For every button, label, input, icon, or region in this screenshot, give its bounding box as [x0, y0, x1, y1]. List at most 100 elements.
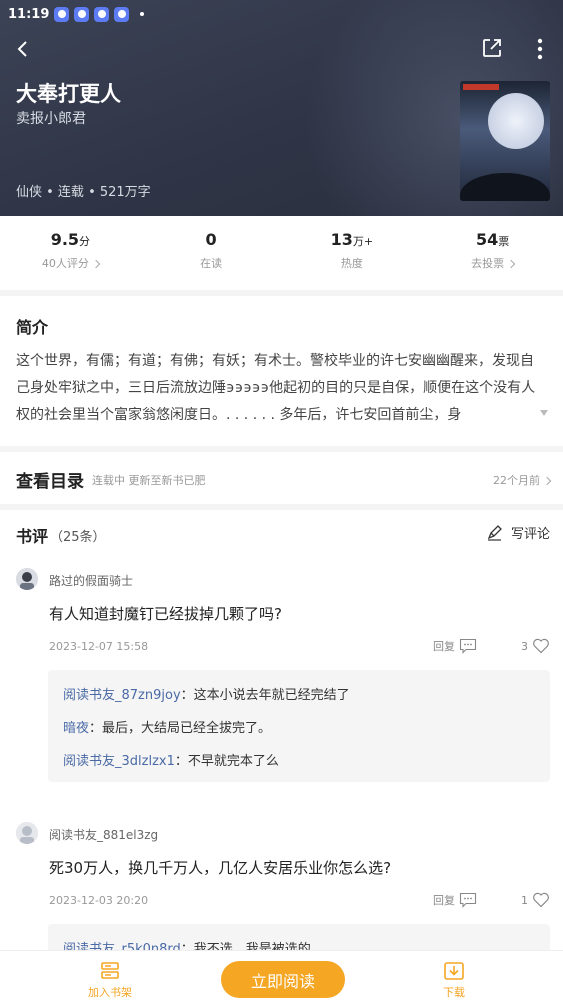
- write-review-button[interactable]: 写评论: [486, 523, 550, 542]
- more-icon: [537, 38, 543, 60]
- edit-icon: [487, 525, 502, 541]
- intro-title: 简介: [16, 318, 49, 337]
- reply-label: 回复: [433, 640, 455, 653]
- like-count: 3: [521, 639, 528, 653]
- stat-label: 40人评分: [41, 257, 89, 270]
- reviews-title: 书评: [16, 527, 49, 546]
- notification-app-icon: [74, 6, 90, 22]
- chevron-right-icon: [91, 259, 101, 269]
- stat-label: 去投票: [471, 257, 505, 270]
- stat-rating[interactable]: 9.5分 40人评分: [0, 216, 141, 290]
- stat-reading: 0 在读: [141, 216, 282, 290]
- review-date: 2023-12-03 20:20: [49, 894, 149, 907]
- reply-username[interactable]: 阅读书友_3dlzlzx1: [63, 754, 175, 769]
- add-to-shelf-button[interactable]: 加入书架: [88, 961, 132, 1000]
- stat-unit: 万+: [352, 235, 374, 248]
- stat-label: 热度: [340, 257, 363, 270]
- download-label: 下载: [443, 986, 465, 999]
- stat-unit: 分: [79, 235, 91, 248]
- reply-item[interactable]: 阅读书友_3dlzlzx1：不早就完本了么: [63, 750, 279, 769]
- write-review-label: 写评论: [511, 527, 551, 542]
- book-author[interactable]: 卖报小郎君: [16, 108, 86, 128]
- heart-icon: [533, 892, 549, 908]
- cover-hill: [460, 173, 550, 201]
- chevron-right-icon: [506, 259, 516, 269]
- download-icon: [444, 962, 464, 980]
- book-title: 大奉打更人: [16, 82, 121, 106]
- stat-value: 13: [330, 230, 353, 249]
- cover-moon: [488, 93, 544, 149]
- review-item: 路过的假面骑士 有人知道封魔钉已经拔掉几颗了吗? 2023-12-07 15:5…: [0, 566, 563, 786]
- catalog-title: 查看目录: [16, 472, 84, 492]
- more-button[interactable]: [527, 36, 553, 62]
- review-text[interactable]: 有人知道封魔钉已经拔掉几颗了吗?: [49, 603, 282, 624]
- avatar[interactable]: [16, 822, 38, 844]
- share-button[interactable]: [480, 36, 506, 62]
- reply-username[interactable]: 阅读书友_87zn9joy: [63, 688, 181, 703]
- reviews-section: 书评 （25条） 写评论 路过的假面骑士 有人知道封魔钉已经拔掉几颗了吗? 20…: [0, 510, 563, 950]
- avatar-image: [16, 822, 38, 844]
- comment-icon: [459, 892, 477, 908]
- back-icon: [17, 41, 27, 57]
- stat-popularity: 13万+ 热度: [282, 216, 423, 290]
- reviews-count: （25条）: [50, 530, 106, 545]
- notification-app-icon: [94, 6, 110, 22]
- reply-item[interactable]: 阅读书友_r5k0n8rd：我不选，我是被选的: [63, 938, 311, 950]
- like-count: 1: [521, 893, 528, 907]
- avatar-image: [16, 568, 38, 590]
- bottom-action-bar: 加入书架 立即阅读 下载: [0, 950, 563, 1006]
- cover-publisher-tag: [463, 84, 499, 90]
- stat-value: 9.5: [50, 230, 80, 249]
- notification-app-icon: [114, 6, 130, 22]
- notification-app-icon: [54, 6, 70, 22]
- like-button[interactable]: 3: [521, 638, 550, 654]
- reply-text: ：不早就完本了么: [174, 754, 279, 769]
- reply-list: 阅读书友_r5k0n8rd：我不选，我是被选的: [48, 924, 550, 950]
- stats-bar: 9.5分 40人评分 0 在读 13万+ 热度 54票 去投票: [0, 216, 563, 290]
- add-to-shelf-label: 加入书架: [88, 986, 132, 999]
- bookshelf-icon: [101, 962, 119, 979]
- review-date: 2023-12-07 15:58: [49, 640, 149, 653]
- reply-text: ：最后，大结局已经全拔完了。: [89, 721, 272, 736]
- reply-list: 阅读书友_87zn9joy：这本小说去年就已经完结了 暗夜：最后，大结局已经全拔…: [48, 670, 550, 782]
- comment-icon: [459, 638, 477, 654]
- reply-text: ：我不选，我是被选的: [180, 942, 311, 950]
- review-text[interactable]: 死30万人，换几千万人，几亿人安居乐业你怎么选?: [49, 857, 391, 878]
- status-bar: 11:19: [8, 4, 145, 24]
- avatar[interactable]: [16, 568, 38, 590]
- reply-username[interactable]: 暗夜: [63, 721, 89, 736]
- read-now-button[interactable]: 立即阅读: [221, 961, 345, 998]
- review-username[interactable]: 阅读书友_881el3zg: [49, 826, 158, 843]
- intro-section[interactable]: 简介 这个世界，有儒；有道；有佛；有妖；有术士。警校毕业的许七安幽幽醒来，发现自…: [0, 296, 563, 446]
- catalog-update-time: 22个月前: [493, 472, 552, 488]
- reply-button[interactable]: 回复: [433, 638, 477, 654]
- stat-value: 54: [475, 230, 499, 249]
- book-header: 11:19 大奉打更人 卖报小郎君 仙侠 • 连载 • 521万字: [0, 0, 563, 216]
- reply-button[interactable]: 回复: [433, 892, 477, 908]
- book-cover[interactable]: [460, 81, 550, 201]
- reply-text: ：这本小说去年就已经完结了: [180, 688, 350, 703]
- review-username[interactable]: 路过的假面骑士: [49, 572, 133, 589]
- catalog-time-text: 22个月前: [493, 474, 540, 487]
- heart-icon: [533, 638, 549, 654]
- stat-unit: 票: [498, 235, 510, 248]
- reply-label: 回复: [433, 894, 455, 907]
- book-meta: 仙侠 • 连载 • 521万字: [16, 185, 151, 200]
- back-button[interactable]: [10, 36, 36, 62]
- share-icon: [483, 39, 501, 57]
- stat-vote[interactable]: 54票 去投票: [422, 216, 563, 290]
- reply-item[interactable]: 阅读书友_87zn9joy：这本小说去年就已经完结了: [63, 684, 350, 703]
- download-button[interactable]: 下载: [443, 961, 465, 1000]
- expand-down-icon[interactable]: [540, 410, 548, 416]
- catalog-status: 连载中 更新至新书已肥: [92, 474, 206, 487]
- intro-text: 这个世界，有儒；有道；有佛；有妖；有术士。警校毕业的许七安幽幽醒来，发现自己身处…: [16, 353, 536, 423]
- catalog-row[interactable]: 查看目录 连载中 更新至新书已肥 22个月前: [0, 452, 563, 504]
- chevron-right-icon: [542, 476, 552, 486]
- reply-item[interactable]: 暗夜：最后，大结局已经全拔完了。: [63, 717, 271, 736]
- notification-dot-icon: [140, 12, 145, 16]
- review-item: 阅读书友_881el3zg 死30万人，换几千万人，几亿人安居乐业你怎么选? 2…: [0, 820, 563, 950]
- stat-label: 在读: [200, 257, 223, 270]
- reply-username[interactable]: 阅读书友_r5k0n8rd: [63, 942, 181, 950]
- status-time: 11:19: [8, 6, 50, 22]
- like-button[interactable]: 1: [521, 892, 550, 908]
